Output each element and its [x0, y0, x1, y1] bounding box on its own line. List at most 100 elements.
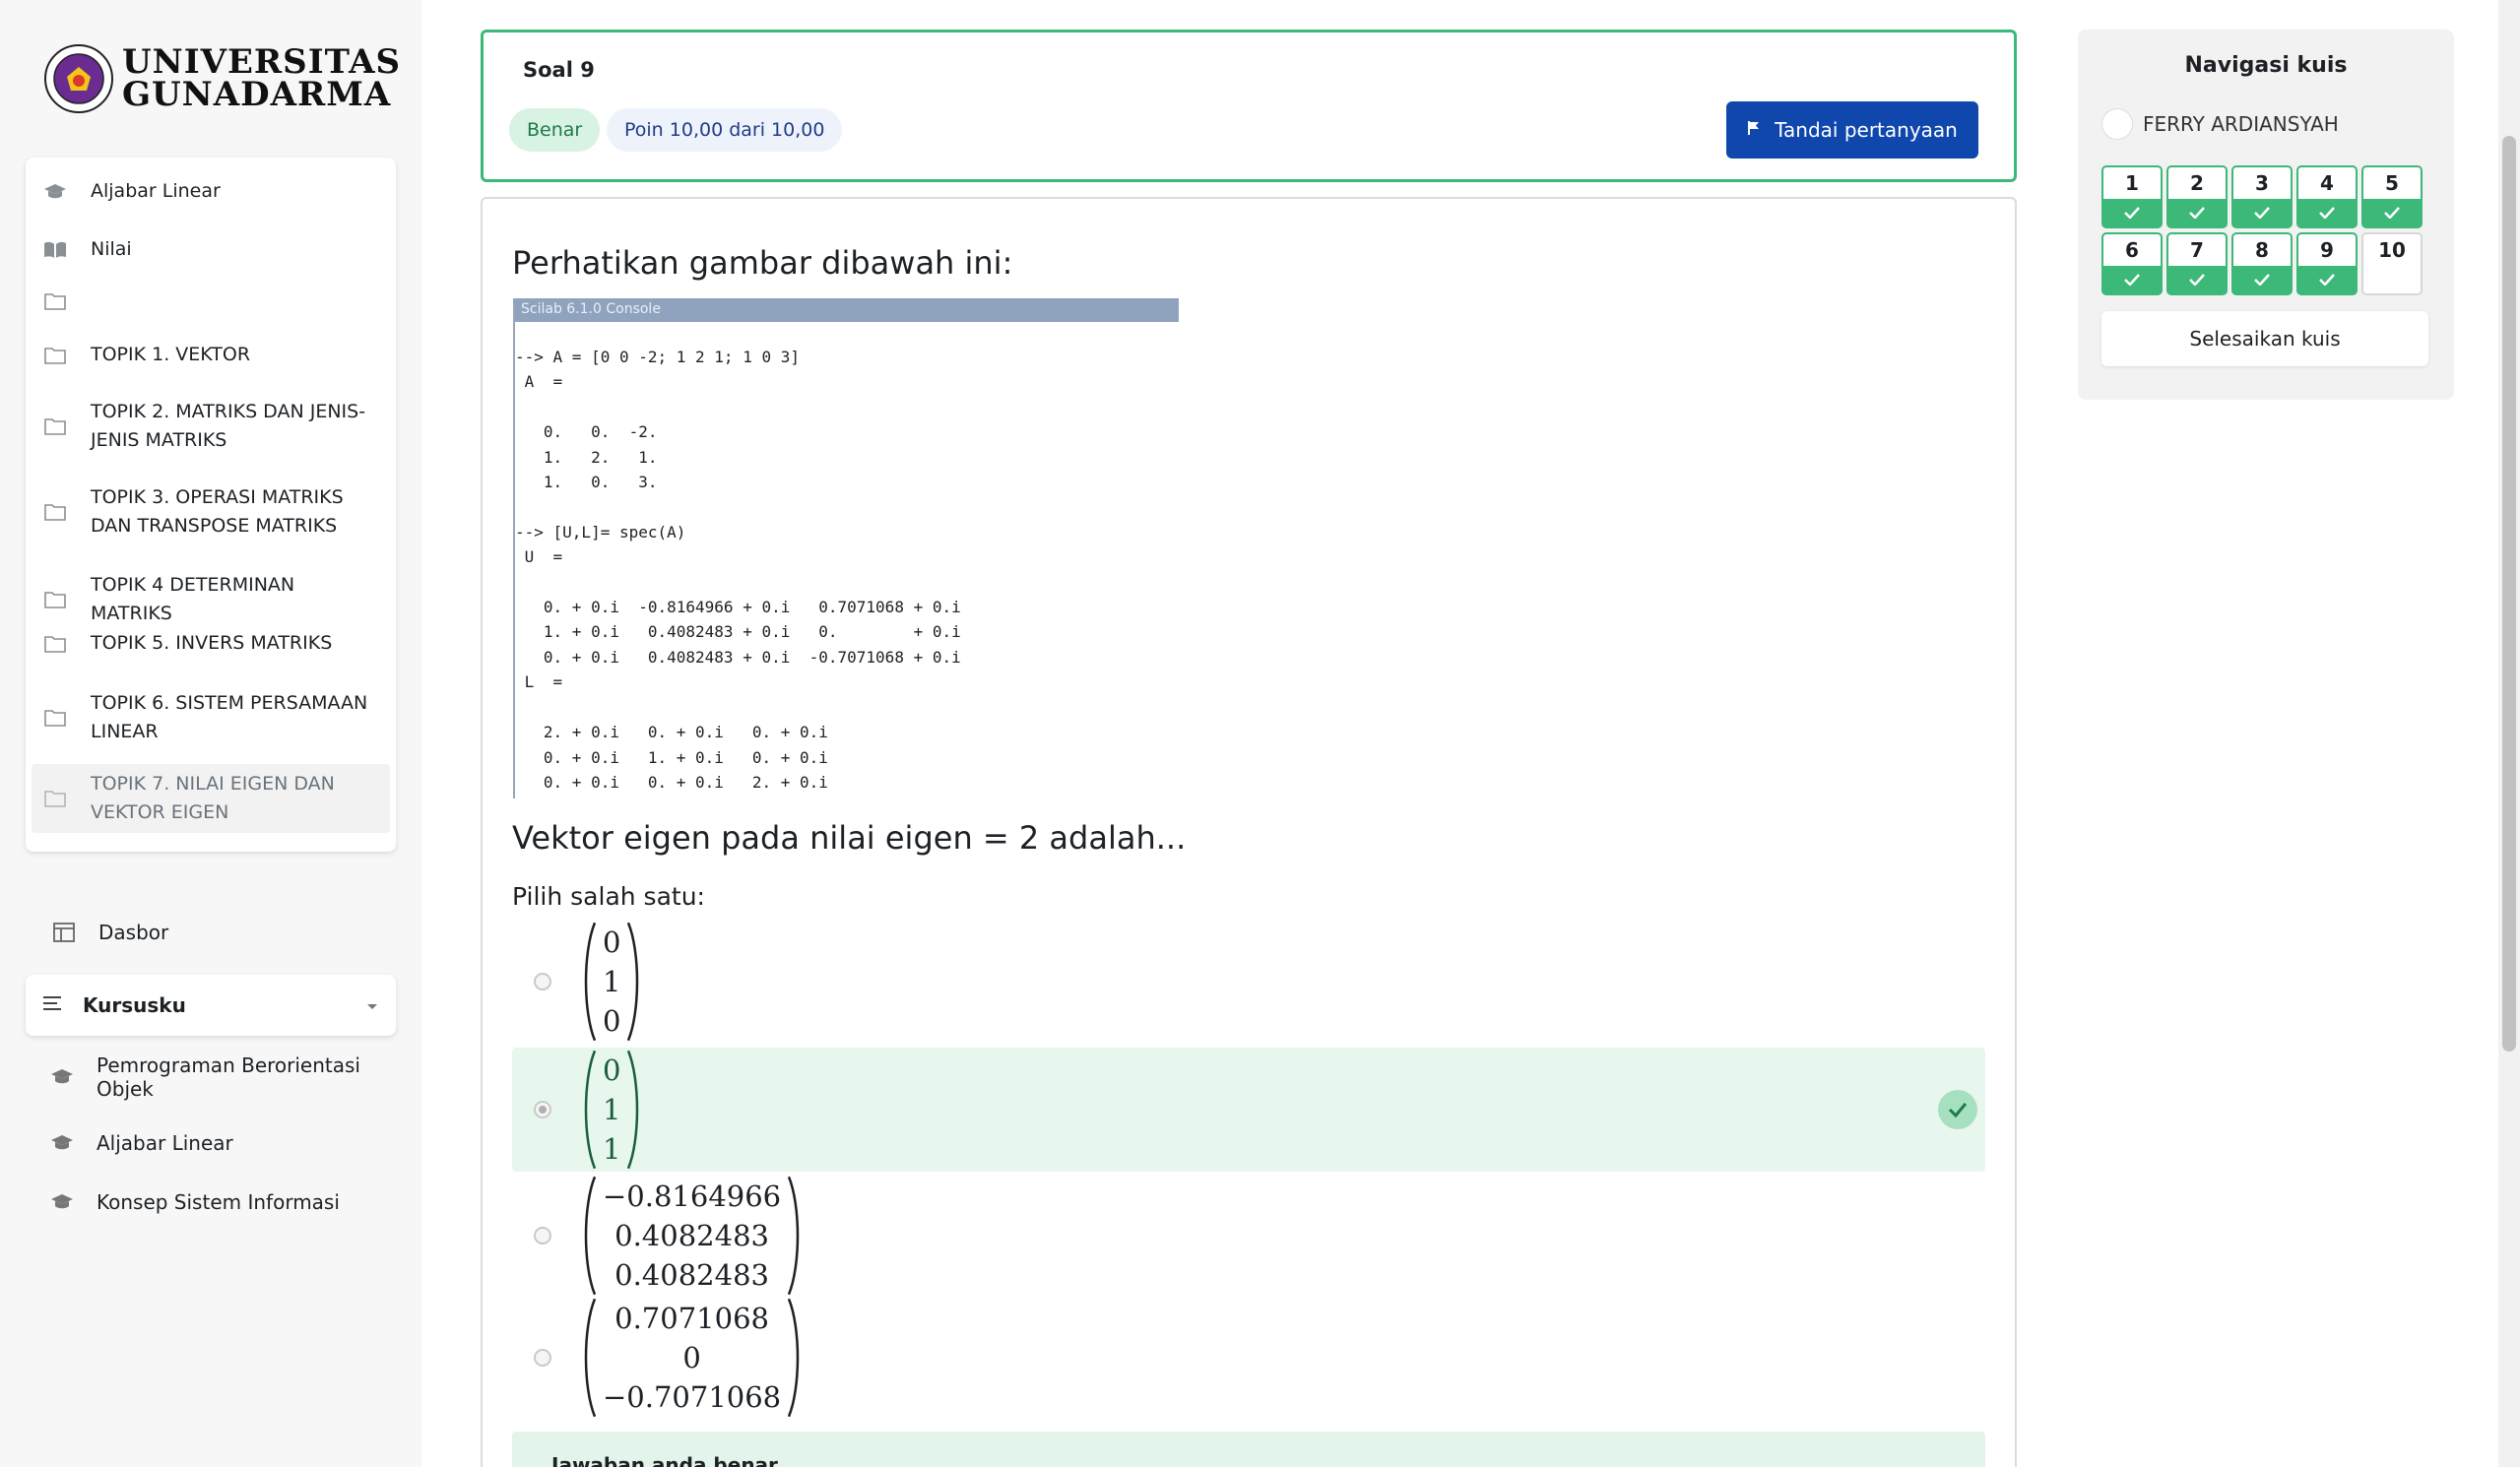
answer-option-correct[interactable]: 0 1 1: [512, 1048, 1985, 1172]
nav-label: TOPIK 3. OPERASI MATRIKS DAN TRANSPOSE M…: [91, 486, 344, 537]
finish-quiz-button[interactable]: Selesaikan kuis: [2101, 311, 2428, 366]
graduation-cap-icon: [49, 1130, 75, 1156]
vector-entry: 0: [682, 1341, 701, 1374]
question-number: 3: [2255, 171, 2269, 195]
vector-entry: −0.8164966: [603, 1180, 782, 1213]
folder-icon: [43, 344, 67, 367]
quiz-nav-button-1[interactable]: 1: [2101, 165, 2163, 228]
user-info: FERRY ARDIANSYAH: [2101, 108, 2339, 140]
answered-check-icon: [2168, 266, 2226, 293]
nav-topic-7[interactable]: TOPIK 7. NILAI EIGEN DAN VEKTOR EIGEN: [32, 764, 390, 833]
nav-label: TOPIK 2. MATRIKS DAN JENIS-JENIS MATRIKS: [91, 401, 366, 451]
answered-check-icon: [2168, 199, 2226, 226]
nav-grades[interactable]: Nilai: [43, 235, 378, 264]
column-vector: 0 1 0: [581, 922, 642, 1042]
folder-icon: [43, 787, 67, 810]
quiz-nav-button-10[interactable]: 10: [2361, 232, 2423, 295]
folder-icon: [43, 415, 67, 438]
my-courses-dropdown[interactable]: Kursusku: [26, 975, 396, 1036]
scilab-console-image: Scilab 6.1.0 Console --> A = [0 0 -2; 1 …: [513, 298, 1179, 798]
nav-topic-4[interactable]: TOPIK 4 DETERMINAN MATRIKS: [43, 571, 378, 628]
vector-entries: 0 1 1: [597, 1050, 626, 1170]
university-seal-icon: [44, 44, 113, 113]
nav-section-general[interactable]: [43, 289, 378, 313]
right-paren: [787, 1298, 803, 1418]
answered-check-icon: [2363, 199, 2421, 226]
my-course-item[interactable]: Konsep Sistem Informasi: [49, 1189, 340, 1215]
vector-entries: 0 1 0: [597, 922, 626, 1042]
question-number: 5: [2385, 171, 2399, 195]
page-scrollbar[interactable]: [2498, 0, 2520, 1467]
university-name: UNIVERSITAS GUNADARMA: [122, 45, 401, 114]
flag-label: Tandai pertanyaan: [1775, 118, 1958, 142]
answered-check-icon: [2233, 266, 2291, 293]
answer-option[interactable]: −0.8164966 0.4082483 0.4082483: [512, 1174, 1985, 1298]
answer-option[interactable]: 0 1 0: [512, 920, 1985, 1044]
folder-icon: [43, 706, 67, 730]
graduation-cap-icon: [43, 180, 67, 204]
left-paren: [581, 1298, 597, 1418]
console-titlebar: Scilab 6.1.0 Console: [515, 298, 1179, 322]
nav-topic-2[interactable]: TOPIK 2. MATRIKS DAN JENIS-JENIS MATRIKS: [43, 398, 378, 455]
nav-topic-5[interactable]: TOPIK 5. INVERS MATRIKS: [43, 629, 378, 658]
question-text: Vektor eigen pada nilai eigen = 2 adalah…: [512, 819, 1187, 857]
nav-topic-6[interactable]: TOPIK 6. SISTEM PERSAMAAN LINEAR: [43, 689, 378, 746]
scrollbar-thumb[interactable]: [2502, 136, 2516, 1052]
dashboard-link[interactable]: Dasbor: [51, 920, 168, 945]
nav-label: TOPIK 7. NILAI EIGEN DAN VEKTOR EIGEN: [91, 773, 335, 823]
dashboard-label: Dasbor: [98, 921, 169, 944]
question-info: Soal 9 Benar Poin 10,00 dari 10,00 Tanda…: [481, 30, 2017, 182]
quiz-nav-button-8[interactable]: 8: [2231, 232, 2293, 295]
vector-entry: −0.7071068: [603, 1380, 782, 1414]
answered-check-icon: [2103, 266, 2161, 293]
nav-course-home[interactable]: Aljabar Linear: [43, 177, 378, 206]
flag-icon: [1747, 120, 1761, 140]
quiz-nav-button-5[interactable]: 5: [2361, 165, 2423, 228]
graduation-cap-icon: [49, 1189, 75, 1215]
answer-option[interactable]: 0.7071068 0 −0.7071068: [512, 1296, 1985, 1420]
vector-entry: 0.4082483: [614, 1258, 769, 1292]
option-radio[interactable]: [534, 973, 551, 990]
vector-entry: 0: [603, 1053, 621, 1087]
quiz-nav-button-6[interactable]: 6: [2101, 232, 2163, 295]
flag-question-button[interactable]: Tandai pertanyaan: [1726, 101, 1978, 159]
folder-icon: [43, 289, 67, 313]
option-radio[interactable]: [534, 1349, 551, 1367]
my-course-label: Aljabar Linear: [97, 1131, 233, 1155]
column-vector: 0 1 1: [581, 1050, 642, 1170]
state-badge: Benar: [509, 108, 601, 152]
quiz-nav-button-2[interactable]: 2: [2166, 165, 2228, 228]
user-name: FERRY ARDIANSYAH: [2143, 112, 2339, 136]
quiz-nav-button-4[interactable]: 4: [2296, 165, 2358, 228]
quiz-nav-button-9[interactable]: 9: [2296, 232, 2358, 295]
question-number: 2: [2190, 171, 2204, 195]
logo-line-2: GUNADARMA: [122, 75, 392, 114]
my-course-item[interactable]: Pemrograman Berorientasi Objek: [49, 1053, 394, 1101]
vector-entries: 0.7071068 0 −0.7071068: [597, 1298, 787, 1418]
left-sidebar: UNIVERSITAS GUNADARMA Aljabar Linear Nil…: [0, 0, 421, 1467]
nav-topic-3[interactable]: TOPIK 3. OPERASI MATRIKS DAN TRANSPOSE M…: [43, 483, 378, 541]
vector-entry: 1: [603, 1093, 621, 1126]
my-course-item[interactable]: Aljabar Linear: [49, 1130, 233, 1156]
vector-entry: 1: [603, 1132, 621, 1166]
my-course-label: Pemrograman Berorientasi Objek: [97, 1053, 360, 1101]
folder-icon: [43, 632, 67, 656]
left-paren: [581, 922, 597, 1042]
question-number: Soal 9: [523, 58, 595, 82]
question-number: 10: [2378, 238, 2406, 262]
nav-topic-1[interactable]: TOPIK 1. VEKTOR: [43, 341, 378, 369]
left-paren: [581, 1176, 597, 1296]
feedback-box: Jawaban anda benar.: [512, 1432, 1985, 1467]
folder-icon: [43, 500, 67, 524]
option-radio-selected[interactable]: [534, 1101, 551, 1118]
nav-label: Aljabar Linear: [91, 180, 221, 202]
vector-entry: 0: [603, 1004, 621, 1038]
quiz-nav-button-7[interactable]: 7: [2166, 232, 2228, 295]
quiz-nav-button-3[interactable]: 3: [2231, 165, 2293, 228]
course-navigation: Aljabar Linear Nilai TOPIK 1. VEKTOR TOP…: [26, 158, 396, 852]
correct-check-icon: [1938, 1090, 1977, 1129]
question-number: 8: [2255, 238, 2269, 262]
option-radio[interactable]: [534, 1227, 551, 1244]
university-logo[interactable]: UNIVERSITAS GUNADARMA: [43, 43, 401, 114]
list-icon: [43, 995, 63, 1015]
